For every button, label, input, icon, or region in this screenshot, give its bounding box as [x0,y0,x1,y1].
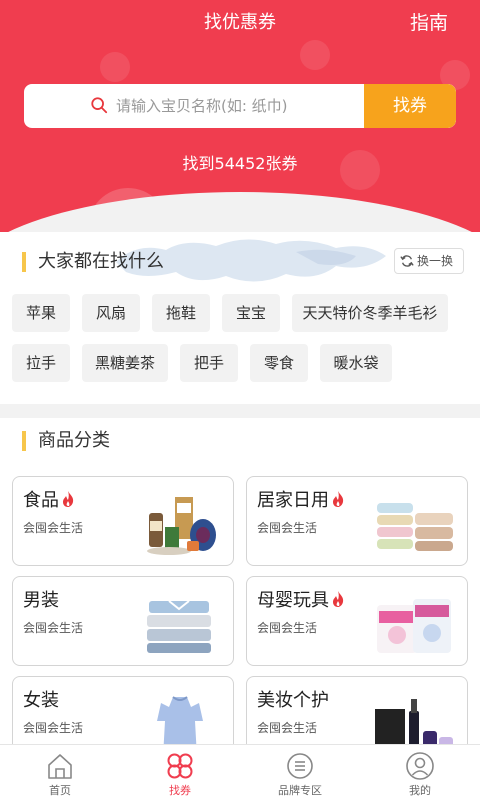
flame-icon [333,491,344,507]
search-bar: 找券 [24,84,456,128]
guide-link[interactable]: 指南 [410,10,448,36]
folded-towels-image [377,503,453,551]
category-title: 男装 [23,590,59,611]
search-tag[interactable]: 宝宝 [222,294,280,332]
search-tag[interactable]: 天天特价冬季羊毛衫 [292,294,448,332]
diaper-packs-image [377,599,451,653]
search-button[interactable]: 找券 [364,84,456,128]
flame-icon [63,491,74,507]
category-title: 女装 [23,690,59,711]
hot-searches-title: 大家都在找什么 [38,251,164,272]
category-title: 食品 [23,489,75,513]
coupon-count-text: 找到54452张券 [182,154,298,173]
category-card-menswear[interactable]: 男装 会囤会生活 [12,576,234,666]
search-tag[interactable]: 拉手 [12,344,70,382]
refresh-button[interactable]: 换一换 [394,248,464,274]
nav-find-coupon[interactable]: 找券 [120,745,240,800]
flame-icon [333,591,344,607]
decorative-bubble [300,40,330,70]
category-title: 母婴玩具 [257,589,345,613]
search-tag[interactable]: 苹果 [12,294,70,332]
search-tag[interactable]: 零食 [250,344,308,382]
refresh-icon [400,255,414,267]
search-icon [91,97,108,114]
coupon-clover-icon [167,753,193,779]
category-subtitle: 会囤会生活 [257,521,318,535]
folded-shirts-image [147,600,211,653]
brand-list-icon [287,753,313,779]
category-subtitle: 会囤会生活 [23,521,84,535]
user-icon [406,752,434,780]
category-title: 美妆个护 [257,690,329,711]
category-subtitle: 会囤会生活 [257,621,318,635]
nav-label: 找券 [169,784,191,797]
category-title: 居家日用 [257,489,345,513]
section-marker [22,252,26,272]
nav-profile[interactable]: 我的 [360,745,480,800]
bottom-nav: 首页 找券 品牌专区 我的 [0,744,480,800]
nav-home[interactable]: 首页 [0,745,120,800]
nav-label: 品牌专区 [278,784,322,797]
search-tag[interactable]: 风扇 [82,294,140,332]
food-products-image [147,497,216,555]
nav-label: 首页 [49,784,71,797]
decorative-bubble [100,52,130,82]
nav-label: 我的 [409,784,431,797]
section-marker [22,431,26,451]
category-subtitle: 会囤会生活 [257,721,318,735]
category-card-food[interactable]: 食品 会囤会生活 [12,476,234,566]
search-tag[interactable]: 把手 [180,344,238,382]
search-tag[interactable]: 黑糖姜茶 [82,344,168,382]
category-card-mother-baby[interactable]: 母婴玩具 会囤会生活 [246,576,468,666]
search-tag[interactable]: 暖水袋 [320,344,392,382]
search-input[interactable] [116,84,366,128]
categories-title: 商品分类 [38,430,110,451]
refresh-label: 换一换 [417,254,454,268]
category-subtitle: 会囤会生活 [23,721,84,735]
page-title: 找优惠券 [204,12,276,33]
category-subtitle: 会囤会生活 [23,621,84,635]
nav-brand-zone[interactable]: 品牌专区 [240,745,360,800]
home-icon [48,754,72,779]
category-card-household[interactable]: 居家日用 会囤会生活 [246,476,468,566]
search-tag[interactable]: 拖鞋 [152,294,210,332]
